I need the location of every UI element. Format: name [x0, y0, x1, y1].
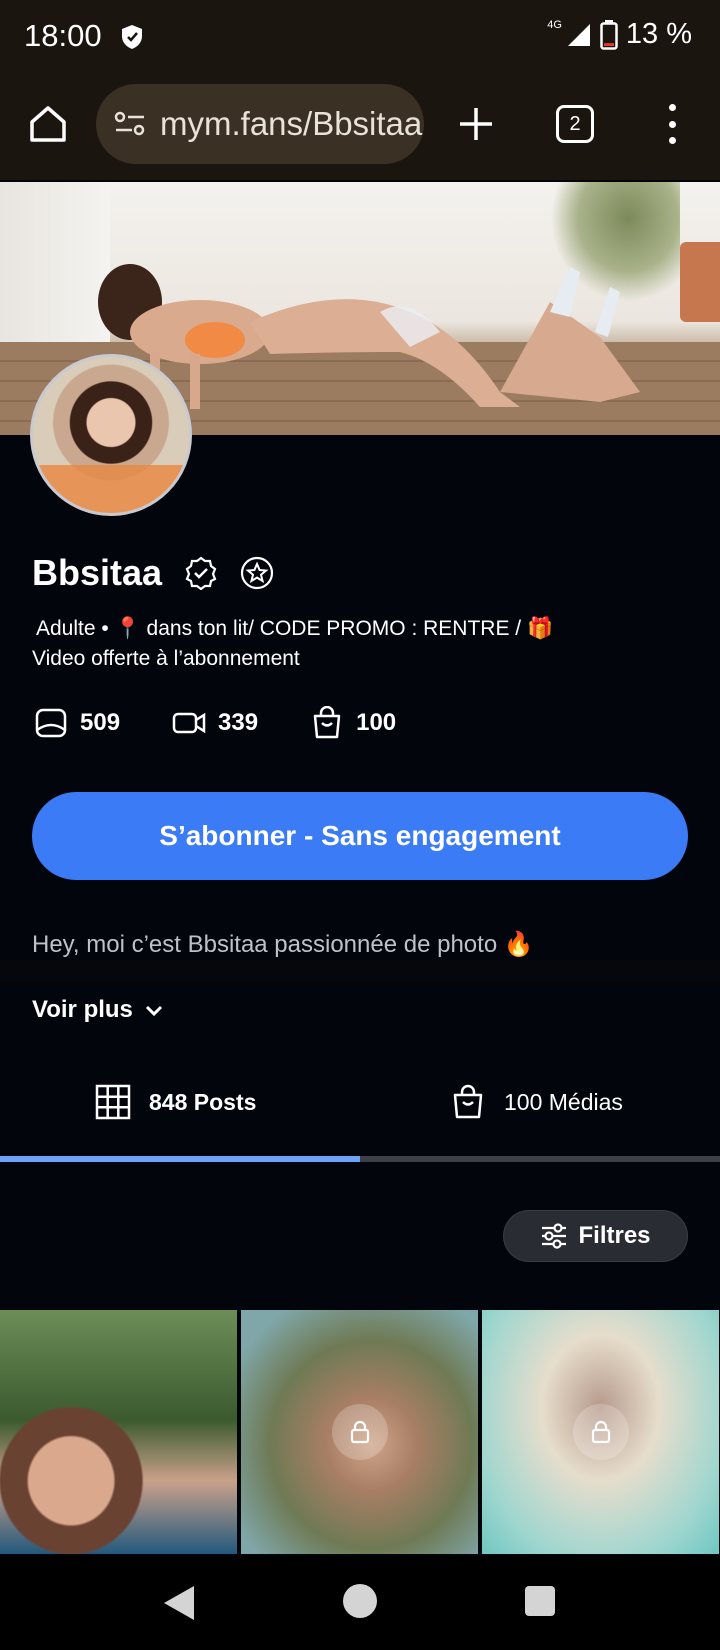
chevron-down-icon — [145, 1005, 162, 1017]
see-more-button[interactable]: Voir plus — [32, 996, 165, 1024]
see-more-label: Voir plus — [32, 996, 133, 1023]
tab-posts[interactable]: 848 Posts — [95, 1080, 256, 1124]
photo-icon — [35, 708, 67, 738]
about-fade — [0, 960, 720, 982]
filters-button[interactable]: Filtres — [503, 1210, 688, 1262]
grid-icon — [95, 1084, 131, 1120]
post-thumbnail-locked[interactable] — [482, 1310, 719, 1554]
stat-medias: 100 — [310, 706, 396, 740]
tab-indicator — [0, 1156, 360, 1162]
recents-icon[interactable] — [525, 1586, 555, 1616]
new-tab-icon[interactable] — [456, 104, 496, 144]
star-badge-icon[interactable] — [240, 556, 274, 590]
stat-videos: 339 — [172, 706, 258, 740]
tabs-switcher-button[interactable]: 2 — [556, 105, 594, 143]
browser-toolbar: mym.fans/Bbsitaa 2 — [0, 72, 720, 180]
system-nav-bar — [0, 1556, 720, 1650]
battery-icon — [600, 19, 618, 50]
tab-medias[interactable]: 100 Médias — [450, 1080, 623, 1124]
stat-medias-count: 100 — [356, 709, 397, 736]
about-text: Hey, moi c’est Bbsitaa passionnée de pho… — [32, 931, 534, 958]
address-bar[interactable]: mym.fans/Bbsitaa — [96, 84, 424, 164]
post-thumbnail-locked[interactable] — [241, 1310, 478, 1554]
tab-medias-label: 100 Médias — [504, 1088, 623, 1115]
shopping-bag-icon — [453, 1084, 483, 1119]
subscribe-button[interactable]: S’abonner - Sans engagement — [32, 792, 688, 880]
sliders-icon — [542, 1223, 567, 1249]
verified-badge-icon[interactable] — [184, 556, 218, 590]
shopping-bag-icon — [313, 706, 341, 739]
site-settings-icon[interactable] — [114, 110, 146, 138]
filters-label: Filtres — [578, 1222, 651, 1249]
battery-percent: 13 % — [625, 18, 692, 50]
profile-bio: Adulte • 📍 dans ton lit/ CODE PROMO : RE… — [32, 614, 672, 674]
tab-indicator-track — [0, 1156, 720, 1162]
signal-icon — [567, 23, 590, 46]
lock-icon — [572, 1404, 629, 1460]
stat-photos: 509 — [34, 706, 120, 740]
url-text[interactable]: mym.fans/Bbsitaa — [160, 105, 422, 143]
bio-line-1: Adulte • 📍 dans ton lit/ CODE PROMO : RE… — [36, 617, 554, 640]
status-time: 18:00 — [24, 18, 102, 53]
profile-name: Bbsitaa — [32, 552, 163, 593]
stat-photos-count: 509 — [80, 709, 121, 736]
network-type: 4G — [547, 18, 562, 31]
lock-icon — [331, 1404, 388, 1460]
post-grid — [0, 1310, 720, 1554]
profile-stats: 509 339 100 — [34, 706, 448, 740]
avatar[interactable] — [30, 354, 192, 516]
post-thumbnail[interactable] — [0, 1310, 237, 1554]
home-icon[interactable] — [26, 102, 70, 146]
home-nav-icon[interactable] — [343, 1584, 377, 1618]
bio-line-2: Video offerte à l’abonnement — [32, 647, 300, 670]
video-icon — [172, 712, 206, 734]
shield-icon — [122, 25, 142, 49]
status-right: 4G 13 % — [547, 18, 692, 51]
more-vert-icon[interactable] — [660, 102, 684, 146]
tab-posts-label: 848 Posts — [149, 1088, 257, 1115]
back-icon[interactable] — [162, 1584, 196, 1622]
stat-videos-count: 339 — [218, 709, 259, 736]
status-bar: 18:00 4G 13 % — [0, 0, 720, 72]
